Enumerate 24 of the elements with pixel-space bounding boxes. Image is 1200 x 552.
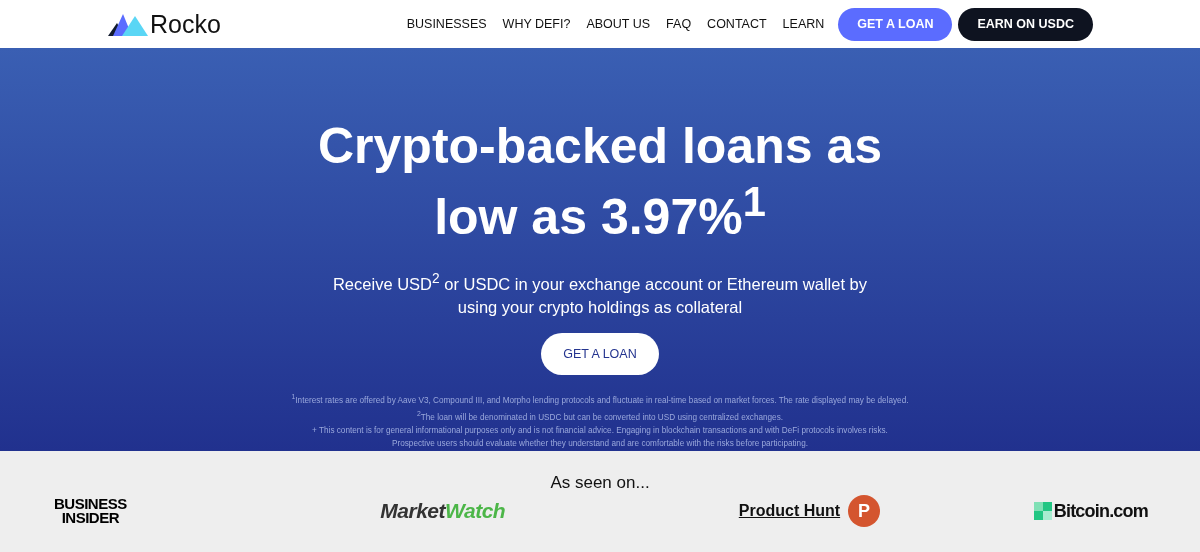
nav-link[interactable]: BUSINESSES	[406, 17, 487, 31]
earn-button[interactable]: EARN ON USDC	[958, 7, 1093, 41]
press-logo: MarketWatch	[380, 499, 506, 523]
get-loan-button[interactable]: GET A LOAN	[541, 333, 659, 376]
footnote: $^{2}$The loan will be denominated in USDC but can be converted into USD using centralized exchanges.	[416, 408, 784, 424]
nav-link[interactable]: CONTACT	[707, 17, 767, 31]
press-logo: Bitcoin.com	[1053, 500, 1148, 522]
nav-link[interactable]: ABOUT US	[586, 17, 651, 31]
get-loan-button[interactable]: GET A LOAN	[838, 7, 953, 41]
product-badge: P	[848, 495, 881, 527]
squares-icon	[1033, 502, 1052, 520]
nav-link[interactable]: FAQ	[666, 17, 692, 31]
hero-subtitle: Receive USD$^{2}$ or USDC in your exchange account or Ethereum wallet by using your crypto holdings as collateral	[331, 269, 869, 319]
nav-link[interactable]: WHY DEFI?	[502, 17, 571, 31]
footnote: $^{1}$Interest rates are offered by Aave V3, Compound III, and Morpho lending protocols and fluctuate in real-time based on market forces. The rate displayed may be delayed.	[291, 392, 909, 407]
footnote: + This content is for general informational purposes only and is not financial advice. Engaging in blockchain transactions and with DeFi protocols involves risks.	[312, 424, 888, 437]
brand-name[interactable]: Rocko	[150, 9, 221, 39]
mountain-logo-icon	[108, 12, 148, 36]
press-logo: Product Hunt	[738, 502, 841, 520]
hero-title: Crypto-backed loans as low as 3.97%$^{1}$	[316, 118, 884, 245]
footnote: Prospective users should evaluate whether they understand and are comfortable with the risks before participating.	[392, 437, 808, 450]
press-logo: BUSINESS INSIDER	[54, 497, 127, 525]
nav-link[interactable]: LEARN	[782, 17, 825, 31]
press-heading: As seen on...	[550, 473, 650, 493]
